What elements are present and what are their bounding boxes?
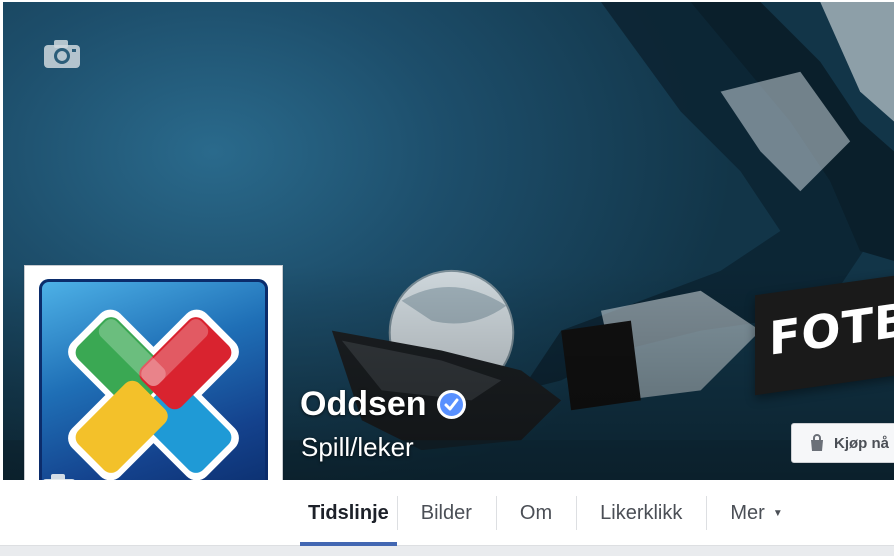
tab-label: Tidslinje [308, 501, 389, 524]
caret-down-icon: ▼ [772, 507, 783, 519]
page-nav-bar: Tidslinje Bilder Om Likerklikk Mer ▼ [0, 480, 894, 546]
tab-about[interactable]: Om [495, 480, 576, 546]
camera-icon[interactable] [43, 39, 81, 69]
tab-list: Tidslinje Bilder Om Likerklikk Mer ▼ [300, 480, 807, 546]
tab-likes[interactable]: Likerklikk [576, 480, 706, 546]
facebook-page-header: FOTB Oddsen Spill/leker Kjøp nå Tidslinj… [0, 0, 894, 556]
page-name-row: Oddsen [300, 385, 466, 424]
page-title[interactable]: Oddsen [300, 385, 427, 424]
tab-label: Bilder [420, 501, 472, 524]
tab-label: Likerklikk [600, 501, 683, 524]
verified-badge-icon[interactable] [436, 390, 466, 419]
shopping-bag-icon [811, 434, 823, 451]
tab-label: Om [519, 501, 553, 524]
tab-label: Mer [730, 501, 765, 524]
buy-now-button[interactable]: Kjøp nå [791, 423, 894, 463]
tab-timeline[interactable]: Tidslinje [300, 480, 397, 546]
tab-photos[interactable]: Bilder [396, 480, 496, 546]
page-category[interactable]: Spill/leker [301, 432, 414, 463]
buy-now-label: Kjøp nå [834, 434, 889, 452]
tab-more[interactable]: Mer ▼ [706, 480, 806, 546]
